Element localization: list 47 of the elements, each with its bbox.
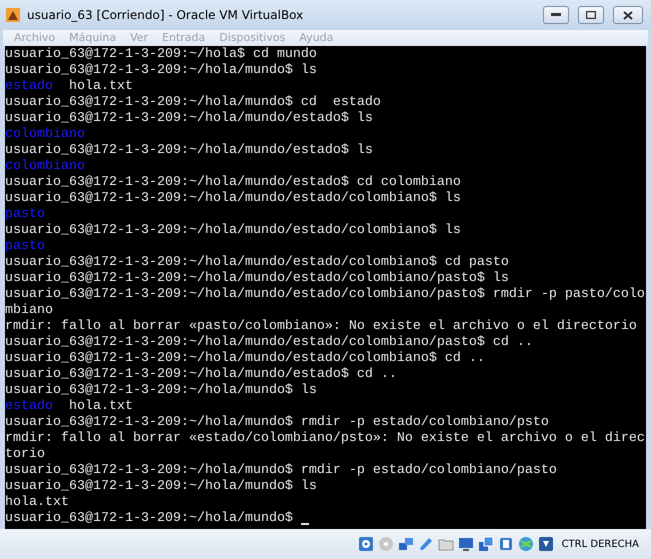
terminal-line: usuario_63@172-1-3-209:~/hola/mundo/estado/colombiano$ ls [5, 191, 461, 207]
terminal-line: usuario_63@172-1-3-209:~/hola/mundo/estado$ cd colombiano [5, 175, 461, 191]
window-title: usuario_63 [Corriendo] - Oracle VM VirtualBox [27, 8, 304, 22]
minimize-icon [551, 13, 561, 17]
terminal-line: torio [5, 447, 45, 463]
terminal-line: usuario_63@172-1-3-209:~/hola/mundo$ cd estado [5, 95, 381, 111]
terminal-line: usuario_63@172-1-3-209:~/hola/mundo$ rmdir -p estado/colombiano/psto [5, 415, 549, 431]
terminal-line: usuario_63@172-1-3-209:~/hola/mundo/estado$ ls [5, 111, 373, 127]
terminal-line: usuario_63@172-1-3-209:~/hola/mundo$ ls [5, 383, 317, 399]
close-icon [623, 10, 633, 20]
terminal-line: rmdir: fallo al borrar «estado/colombiano/psto»: No existe el archivo o el direc [5, 431, 645, 447]
directory-name: pasto [5, 239, 45, 255]
terminal-line: usuario_63@172-1-3-209:~/hola/mundo$ ls [5, 479, 317, 495]
terminal-line: usuario_63@172-1-3-209:~/hola/mundo$ ls [5, 63, 317, 79]
terminal-line: usuario_63@172-1-3-209:~/hola/mundo$ rmdir -p estado/colombiano/pasto [5, 463, 557, 479]
windows-icon[interactable] [478, 536, 494, 552]
monitor-icon[interactable] [458, 536, 474, 552]
terminal-line: hola.txt [68, 79, 133, 95]
app-icon [5, 7, 21, 23]
terminal-line: hola.txt [5, 495, 69, 511]
network-icon[interactable] [398, 536, 414, 552]
terminal-line: usuario_63@172-1-3-209:~/hola/mundo/estado$ ls [5, 143, 373, 159]
directory-name: colombiano [5, 159, 85, 175]
host-key-label: CTRL DERECHA [562, 538, 639, 550]
close-button[interactable] [613, 6, 643, 24]
terminal-line: usuario_63@172-1-3-209:~/hola/mundo/estado$ cd .. [5, 367, 397, 383]
directory-name: estado [5, 399, 53, 415]
directory-name: pasto [5, 207, 45, 223]
terminal-line: usuario_63@172-1-3-209:~/hola/mundo$ [5, 511, 294, 527]
terminal-line: rmdir: fallo al borrar «pasto/colombiano»: No existe el archivo o el directorio [5, 319, 637, 335]
pen-icon[interactable] [418, 536, 434, 552]
directory-name: colombiano [5, 127, 85, 143]
maximize-icon [586, 11, 596, 19]
terminal-line: usuario_63@172-1-3-209:~/hola/mundo/estado/colombiano/pasto$ rmdir -p pasto/colo [5, 287, 645, 303]
minimize-button[interactable] [543, 6, 569, 24]
terminal-line: hola.txt [68, 399, 133, 415]
terminal-line: usuario_63@172-1-3-209:~/hola/mundo/estado/colombiano$ cd .. [5, 351, 485, 367]
terminal-line: mbiano [5, 303, 53, 319]
cursor-icon [300, 523, 309, 525]
terminal-line: usuario_63@172-1-3-209:~/hola/mundo/estado/colombiano$ ls [5, 223, 461, 239]
terminal-line: usuario_63@172-1-3-209:~/hola$ cd mundo [5, 47, 317, 63]
terminal-line: usuario_63@172-1-3-209:~/hola/mundo/estado/colombiano$ cd pasto [5, 255, 509, 271]
chip-icon[interactable] [498, 536, 514, 552]
directory-name: estado [5, 79, 53, 95]
terminal-line: usuario_63@172-1-3-209:~/hola/mundo/estado/colombiano/pasto$ cd .. [5, 335, 533, 351]
terminal-line: usuario_63@172-1-3-209:~/hola/mundo/estado/colombiano/pasto$ ls [5, 271, 509, 287]
maximize-button[interactable] [578, 6, 604, 24]
